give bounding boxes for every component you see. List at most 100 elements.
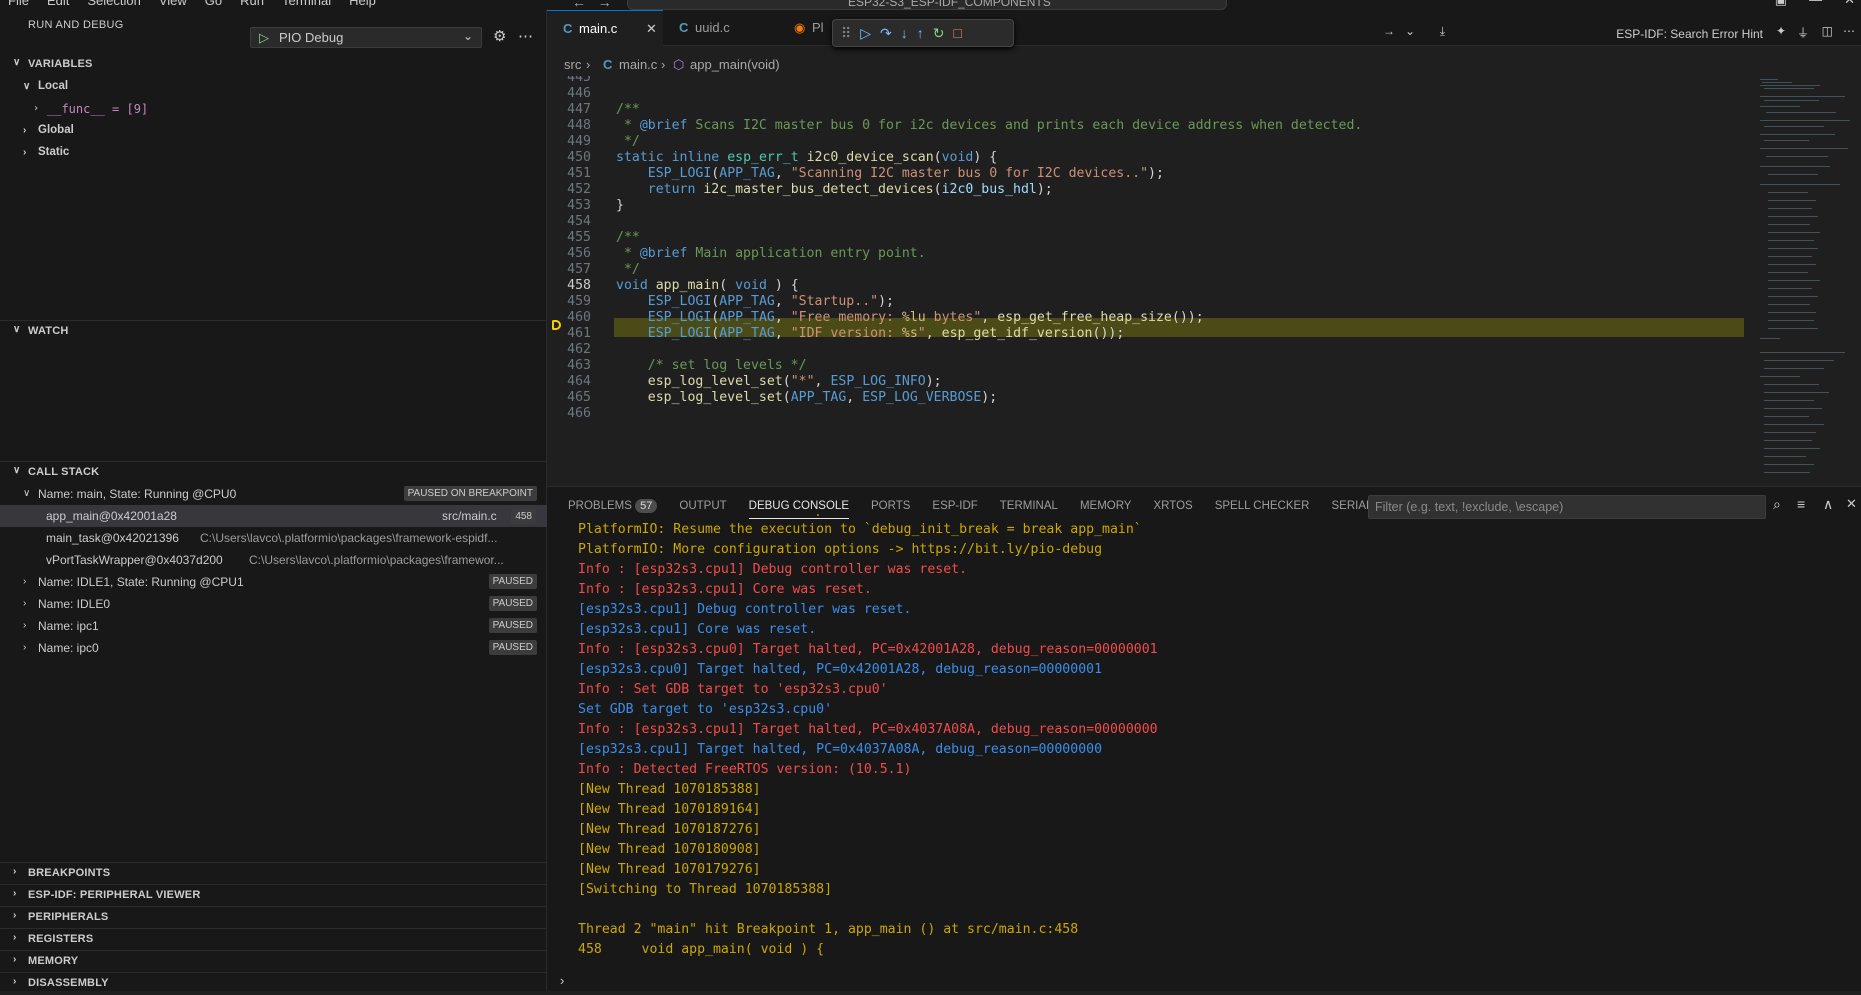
- breadcrumb-symbol[interactable]: app_main(void): [690, 57, 780, 72]
- peripherals-section[interactable]: › PERIPHERALS: [0, 906, 547, 929]
- tab-main-c[interactable]: C main.c ✕: [547, 10, 663, 46]
- plug-icon[interactable]: ⏚: [1797, 24, 1809, 41]
- menu-edit[interactable]: Edit: [39, 0, 79, 8]
- menu-file[interactable]: File: [0, 0, 39, 8]
- chevron-down-icon[interactable]: ⌄: [463, 29, 473, 43]
- line-number[interactable]: 460: [547, 310, 591, 325]
- play-icon[interactable]: ▷: [259, 30, 269, 46]
- watch-section[interactable]: ∨ WATCH: [0, 320, 547, 343]
- line-number[interactable]: 459: [547, 294, 591, 309]
- more-icon[interactable]: ⋯: [1843, 24, 1855, 38]
- code-line[interactable]: * @brief Main application entry point.: [616, 246, 926, 261]
- code-line[interactable]: ESP_LOGI(APP_TAG, "Startup..");: [616, 294, 894, 309]
- line-number[interactable]: 450: [547, 150, 591, 165]
- more-icon[interactable]: ⋯: [518, 27, 533, 45]
- command-center[interactable]: ESP32-S3_ESP-IDF_COMPONENTS: [627, 0, 1227, 10]
- stack-frame[interactable]: main_task@0x42021396 C:\Users\lavco\.pla…: [0, 527, 547, 549]
- close-icon[interactable]: ✕: [1844, 0, 1855, 8]
- sparkle-icon[interactable]: ✦: [1776, 24, 1786, 38]
- thread-main[interactable]: ∨ Name: main, State: Running @CPU0 PAUSE…: [0, 483, 547, 505]
- code-line[interactable]: return i2c_master_bus_detect_devices(i2c…: [616, 182, 1053, 197]
- breakpoints-section[interactable]: › BREAKPOINTS: [0, 862, 547, 885]
- code-line[interactable]: esp_log_level_set("*", ESP_LOG_INFO);: [616, 374, 942, 389]
- tab-pl[interactable]: ◉ Pl: [794, 10, 834, 46]
- code-line[interactable]: * @brief Scans I2C master bus 0 for i2c …: [616, 118, 1362, 133]
- split-editor-icon[interactable]: ◫: [1822, 24, 1833, 38]
- step-into-icon[interactable]: ↓: [901, 25, 908, 41]
- line-number[interactable]: 451: [547, 166, 591, 181]
- stack-frame[interactable]: vPortTaskWrapper@0x4037d200 C:\Users\lav…: [0, 549, 547, 571]
- disassembly-section[interactable]: › DISASSEMBLY: [0, 972, 547, 995]
- line-number[interactable]: 447: [547, 102, 591, 117]
- line-number[interactable]: 455: [547, 230, 591, 245]
- search-icon[interactable]: ⌕: [1773, 496, 1781, 513]
- line-number[interactable]: 453: [547, 198, 591, 213]
- code-line[interactable]: /* set log levels */: [616, 358, 807, 373]
- code-editor[interactable]: 445 446 447 /** 448 * @brief Scans I2C maste…: [547, 76, 1744, 486]
- peripheral-viewer-section[interactable]: › ESP-IDF: PERIPHERAL VIEWER: [0, 884, 547, 907]
- line-number[interactable]: 446: [547, 86, 591, 101]
- scope-global[interactable]: › Global: [0, 120, 547, 142]
- variables-section[interactable]: ∨ VARIABLES: [0, 54, 547, 76]
- line-number[interactable]: 458: [547, 278, 591, 293]
- close-icon[interactable]: ✕: [646, 11, 657, 47]
- nav-arrows[interactable]: ← →: [572, 0, 612, 10]
- continue-icon[interactable]: ▷: [860, 25, 871, 42]
- minimize-icon[interactable]: —: [1809, 0, 1822, 8]
- step-out-icon[interactable]: ↑: [917, 25, 924, 41]
- menu-view[interactable]: View: [151, 0, 197, 8]
- flash-icon[interactable]: ⤓: [1440, 24, 1445, 39]
- code-line[interactable]: */: [616, 262, 640, 277]
- thread-item[interactable]: › Name: IDLE1, State: Running @CPU1 PAUS…: [0, 571, 547, 593]
- close-panel-icon[interactable]: ✕: [1846, 496, 1857, 512]
- line-number[interactable]: 456: [547, 246, 591, 261]
- line-number[interactable]: 465: [547, 390, 591, 405]
- chevron-down-icon[interactable]: ⌄: [1405, 24, 1415, 38]
- line-number[interactable]: 457: [547, 262, 591, 277]
- code-line[interactable]: ESP_LOGI(APP_TAG, "Free memory: %lu byte…: [616, 310, 1204, 325]
- stack-frame[interactable]: app_main@0x42001a28 src/main.c 458: [0, 505, 547, 527]
- thread-item[interactable]: › Name: ipc0 PAUSED: [0, 637, 547, 659]
- code-line[interactable]: static inline esp_err_t i2c0_device_scan…: [616, 150, 997, 165]
- line-number[interactable]: 454: [547, 214, 591, 229]
- breadcrumb-file[interactable]: main.c: [619, 57, 657, 72]
- step-over-icon[interactable]: ↷: [880, 25, 892, 42]
- code-line[interactable]: /**: [616, 230, 640, 245]
- drag-handle-icon[interactable]: ⠿: [841, 25, 851, 42]
- code-line[interactable]: esp_log_level_set(APP_TAG, ESP_LOG_VERBO…: [616, 390, 997, 405]
- line-number[interactable]: 445: [547, 76, 591, 85]
- tab-uuid-c[interactable]: C uuid.c: [663, 10, 773, 46]
- minimap[interactable]: [1744, 76, 1861, 486]
- restart-icon[interactable]: ↻: [933, 25, 945, 42]
- breadcrumb-folder[interactable]: src: [564, 57, 581, 72]
- layout-icon[interactable]: ▣: [1775, 0, 1787, 8]
- scope-static[interactable]: › Static: [0, 142, 547, 164]
- code-line[interactable]: ESP_LOGI(APP_TAG, "IDF version: %s", esp…: [616, 326, 1125, 341]
- variable-func[interactable]: › __func__ = [9]: [0, 98, 547, 120]
- code-line[interactable]: ESP_LOGI(APP_TAG, "Scanning I2C master b…: [616, 166, 1164, 181]
- scope-local[interactable]: ∨ Local: [0, 76, 547, 98]
- line-number[interactable]: 449: [547, 134, 591, 149]
- memory-section[interactable]: › MEMORY: [0, 950, 547, 973]
- line-number[interactable]: 463: [547, 358, 591, 373]
- line-number[interactable]: 448: [547, 118, 591, 133]
- run-action-icon[interactable]: →: [1383, 24, 1395, 38]
- line-number[interactable]: 464: [547, 374, 591, 389]
- menu-run[interactable]: Run: [232, 0, 274, 8]
- line-number[interactable]: 462: [547, 342, 591, 357]
- clear-console-icon[interactable]: ≡: [1797, 496, 1805, 512]
- code-line[interactable]: }: [616, 198, 624, 213]
- line-number[interactable]: 461: [547, 326, 591, 341]
- registers-section[interactable]: › REGISTERS: [0, 928, 547, 951]
- code-line[interactable]: void app_main( void ) {: [616, 278, 799, 293]
- menu-terminal[interactable]: Terminal: [274, 0, 341, 8]
- code-line[interactable]: */: [616, 134, 640, 149]
- code-line[interactable]: /**: [616, 102, 640, 117]
- thread-item[interactable]: › Name: IDLE0 PAUSED: [0, 593, 547, 615]
- chevron-up-icon[interactable]: ∧: [1823, 496, 1833, 513]
- menu-go[interactable]: Go: [197, 0, 232, 8]
- line-number[interactable]: 452: [547, 182, 591, 197]
- stop-icon[interactable]: □: [954, 25, 962, 41]
- thread-item[interactable]: › Name: ipc1 PAUSED: [0, 615, 547, 637]
- menu-selection[interactable]: Selection: [79, 0, 150, 8]
